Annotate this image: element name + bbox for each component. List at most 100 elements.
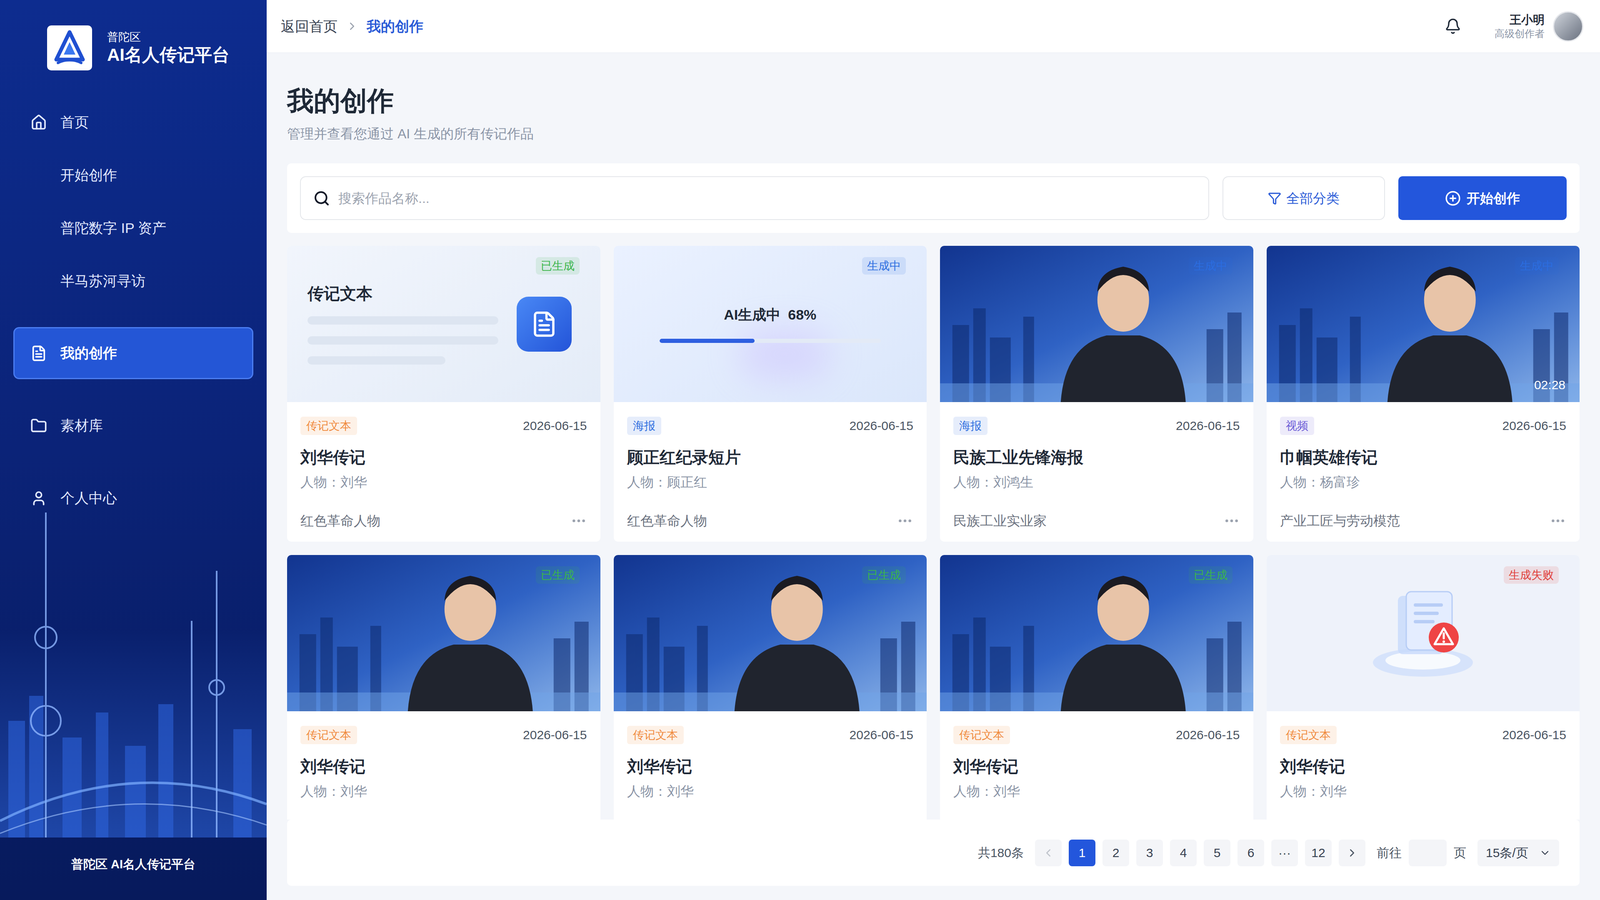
breadcrumb-item[interactable]: 我的创作 — [366, 15, 424, 38]
work-card[interactable]: 生成失败传记文本 2026-06-15 刘华传记人物：刘华 — [1266, 555, 1580, 820]
card-body: 海报2026-06-15顾正红纪录短片人物：顾正红红色革命人物 — [613, 402, 928, 542]
card-preview: 传记文本已生成 — [287, 245, 601, 403]
card-title: 巾帼英雄传记 — [1280, 447, 1567, 468]
page-button[interactable]: 1 — [1068, 839, 1096, 867]
card-body: 传记文本 2026-06-15 刘华传记人物：刘华 — [1266, 711, 1580, 813]
goto-suffix: 页 — [1453, 843, 1467, 863]
video-duration: 02:28 — [1534, 377, 1566, 393]
prev-page-button[interactable] — [1035, 839, 1062, 867]
user-name: 王小明 — [1509, 12, 1545, 28]
card-preview: AI生成中68% 生成中 — [613, 245, 928, 403]
sidebar-nav: 首页开始创作普陀数字 IP 资产半马苏河寻访我的创作素材库个人中心 — [0, 95, 267, 525]
card-category: 红色革命人物 — [300, 512, 381, 530]
type-tag: 传记文本 — [300, 725, 358, 745]
user-role: 高级创作者 — [1494, 27, 1545, 40]
card-date: 2026-06-15 — [849, 725, 914, 745]
work-card[interactable]: 已生成传记文本2026-06-15刘华传记人物：刘华 — [287, 555, 601, 820]
filter-icon — [1267, 191, 1282, 205]
card-title: 刘华传记 — [1280, 756, 1567, 777]
card-date: 2026-06-15 — [1175, 725, 1240, 745]
type-tag: 传记文本 — [953, 725, 1010, 745]
create-button[interactable]: 开始创作 — [1398, 176, 1567, 220]
more-icon[interactable] — [1223, 512, 1240, 530]
work-card[interactable]: 生成中02:28视频2026-06-15巾帼英雄传记人物：杨富珍产业工匠与劳动模… — [1266, 245, 1580, 542]
status-badge: 已生成 — [535, 566, 580, 584]
content: 我的创作管理并查看您通过 AI 生成的所有传记作品搜索作品名称...全部分类开始… — [266, 52, 1600, 900]
pagination-bar: 共180条123456···12前往页15条/页 — [287, 819, 1580, 886]
search-icon — [313, 190, 330, 207]
card-title: 民族工业先锋海报 — [953, 447, 1240, 468]
card-date: 2026-06-15 — [522, 416, 587, 435]
work-card[interactable]: 已生成传记文本 2026-06-15 刘华传记人物：刘华 — [940, 555, 1254, 820]
work-card[interactable]: AI生成中68%生成中海报2026-06-15顾正红纪录短片人物：顾正红红色革命… — [613, 245, 928, 542]
page-button[interactable]: 4 — [1170, 839, 1197, 867]
card-date: 2026-06-15 — [1175, 416, 1240, 435]
status-badge: 生成失败 — [1503, 566, 1559, 584]
card-preview: 已生成 — [940, 555, 1254, 712]
status-badge: 生成中 — [862, 257, 906, 275]
next-page-button[interactable] — [1338, 839, 1366, 867]
sidebar-item-label: 开始创作 — [60, 164, 118, 186]
type-tag: 海报 — [953, 416, 988, 435]
more-icon[interactable] — [896, 512, 914, 530]
sidebar-logo[interactable]: 普陀区AI名人传记平台 — [0, 0, 267, 71]
sidebar-item[interactable]: 普陀数字 IP 资产 — [13, 201, 254, 255]
sidebar-item-label: 素材库 — [60, 415, 103, 437]
sidebar-item[interactable]: 半马苏河寻访 — [13, 254, 254, 308]
card-date: 2026-06-15 — [1502, 725, 1567, 745]
card-category: 红色革命人物 — [627, 512, 708, 530]
progress-label: AI生成中68% — [723, 305, 817, 324]
work-card[interactable]: 生成中海报2026-06-15民族工业先锋海报人物：刘鸿生民族工业实业家 — [940, 245, 1254, 542]
page-button[interactable]: 12 — [1305, 839, 1332, 867]
skyline-icon — [0, 462, 267, 838]
card-preview: 生成中02:28 — [1266, 245, 1580, 403]
sidebar-item[interactable]: 首页 — [13, 95, 254, 149]
page-button[interactable]: 5 — [1203, 839, 1231, 867]
card-body: 海报2026-06-15民族工业先锋海报人物：刘鸿生民族工业实业家 — [940, 402, 1254, 542]
page-subtitle: 管理并查看您通过 AI 生成的所有传记作品 — [287, 124, 1580, 143]
sidebar-item[interactable]: 我的创作 — [13, 327, 254, 380]
goto-input[interactable] — [1408, 839, 1447, 867]
page-button[interactable]: 3 — [1136, 839, 1163, 867]
more-icon[interactable] — [1549, 512, 1567, 530]
sidebar-item-label: 首页 — [60, 111, 89, 133]
sidebar-item[interactable]: 个人中心 — [13, 472, 254, 525]
card-title: 刘华传记 — [300, 756, 588, 777]
nav-item-icon — [30, 417, 48, 435]
card-person: 人物：刘华 — [1280, 782, 1567, 800]
card-date: 2026-06-15 — [522, 725, 587, 745]
logo-title: AI名人传记平台 — [107, 44, 230, 66]
more-icon[interactable] — [570, 512, 588, 530]
breadcrumb-separator-icon — [345, 20, 359, 33]
sidebar-item[interactable]: 开始创作 — [13, 148, 254, 202]
card-title: 刘华传记 — [953, 756, 1240, 777]
card-body: 视频2026-06-15巾帼英雄传记人物：杨富珍产业工匠与劳动模范 — [1266, 402, 1580, 542]
page-button[interactable]: ··· — [1271, 839, 1298, 867]
page-size-select[interactable]: 15条/页 — [1477, 839, 1560, 867]
document-icon — [530, 310, 558, 338]
card-date: 2026-06-15 — [849, 416, 914, 435]
card-category: 产业工匠与劳动模范 — [1280, 512, 1400, 530]
sidebar-item[interactable]: 素材库 — [13, 399, 254, 452]
type-tag: 传记文本 — [300, 416, 358, 435]
page-button[interactable]: 2 — [1102, 839, 1130, 867]
card-preview: 已生成 — [287, 555, 601, 712]
work-card[interactable]: 已生成传记文本2026-06-15刘华传记人物：刘华 — [613, 555, 928, 820]
search-field[interactable]: 搜索作品名称... — [300, 176, 1210, 220]
type-tag: 传记文本 — [1280, 725, 1337, 745]
bell-icon[interactable] — [1444, 17, 1462, 35]
type-tag: 海报 — [627, 416, 662, 435]
breadcrumb-item[interactable]: 返回首页 — [280, 15, 338, 38]
top-bar: 返回首页 我的创作 王小明高级创作者 — [266, 0, 1600, 53]
skeleton-line — [307, 316, 499, 325]
work-card[interactable]: 传记文本已生成传记文本2026-06-15刘华传记人物：刘华红色革命人物 — [287, 245, 601, 542]
page-button[interactable]: 6 — [1237, 839, 1265, 867]
card-category: 民族工业实业家 — [953, 512, 1047, 530]
card-title: 顾正红纪录短片 — [627, 447, 914, 468]
card-date: 2026-06-15 — [1502, 416, 1567, 435]
user-avatar[interactable] — [1552, 11, 1584, 42]
filter-button[interactable]: 全部分类 — [1222, 176, 1385, 220]
failed-illustration-icon — [1360, 583, 1486, 684]
card-person: 人物：刘华 — [953, 782, 1240, 800]
logo-subtitle: 普陀区 — [107, 30, 230, 45]
